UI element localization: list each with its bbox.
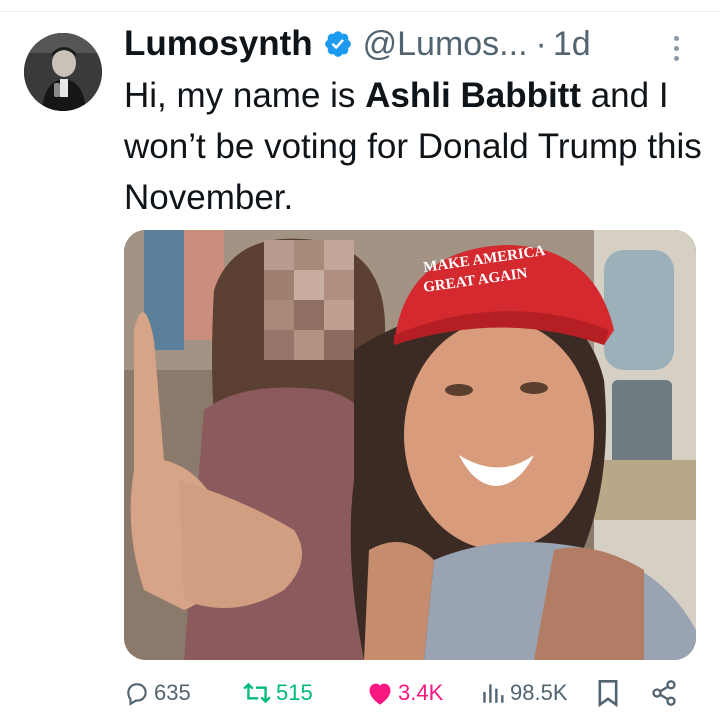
handle[interactable]: @Lumos... bbox=[363, 25, 528, 64]
share-icon bbox=[652, 680, 676, 706]
display-name[interactable]: Lumosynth bbox=[124, 24, 313, 64]
like-count: 3.4K bbox=[398, 680, 444, 705]
tweet-text-bold: Ashli Babbitt bbox=[365, 76, 581, 115]
top-divider bbox=[0, 11, 720, 12]
views-button[interactable]: 98.5K bbox=[480, 676, 568, 710]
timestamp[interactable]: 1d bbox=[553, 25, 591, 64]
bookmark-icon bbox=[598, 680, 618, 707]
verified-badge-icon bbox=[324, 31, 351, 57]
separator-dot: · bbox=[535, 24, 547, 63]
repost-icon bbox=[243, 682, 271, 704]
blurred-face bbox=[264, 240, 354, 360]
like-button[interactable]: 3.4K bbox=[366, 676, 443, 710]
bookmark-button[interactable] bbox=[596, 676, 620, 710]
reply-icon bbox=[127, 683, 147, 706]
tweet-text-part: Hi, my name is bbox=[124, 76, 366, 115]
action-bar: 635 515 3.4K 98.5K bbox=[124, 676, 694, 710]
repost-count: 515 bbox=[276, 680, 313, 705]
views-count: 98.5K bbox=[510, 680, 568, 705]
tweet-header: Lumosynth @Lumos... · 1d bbox=[124, 22, 591, 66]
repost-button[interactable]: 515 bbox=[242, 676, 313, 710]
tweet-media-image[interactable]: MAKE AMERICA GREAT AGAIN bbox=[124, 230, 696, 660]
reply-count: 635 bbox=[154, 680, 191, 705]
reply-button[interactable]: 635 bbox=[124, 676, 191, 710]
share-button[interactable] bbox=[650, 676, 678, 710]
more-icon[interactable] bbox=[668, 36, 684, 66]
views-icon bbox=[483, 684, 504, 703]
tweet-text: Hi, my name is Ashli Babbitt and I won’t… bbox=[124, 70, 704, 223]
like-icon bbox=[369, 683, 391, 705]
avatar[interactable] bbox=[24, 33, 102, 111]
